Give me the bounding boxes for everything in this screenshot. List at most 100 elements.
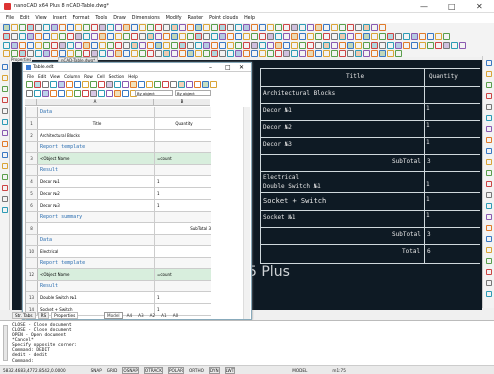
toolbar-tool-icon[interactable] <box>163 24 170 31</box>
table-row[interactable]: 5 Decor №2 1 <box>26 188 211 200</box>
toolbar-tool-icon[interactable] <box>123 50 130 57</box>
toolbar-tool-icon[interactable] <box>331 50 338 57</box>
toolbar-tool-icon[interactable] <box>283 33 290 40</box>
editor-menu-help[interactable]: Help <box>128 74 138 79</box>
toolbar-tool-icon[interactable] <box>139 24 146 31</box>
menu-insert[interactable]: Insert <box>53 16 67 21</box>
toolbar-tool-icon[interactable] <box>122 80 129 88</box>
toolbar-tool-icon[interactable] <box>91 33 98 40</box>
table-row[interactable]: Report template <box>26 142 211 153</box>
toolbar-tool-icon[interactable] <box>99 50 106 57</box>
palette-tool-icon[interactable] <box>486 115 492 121</box>
toolbar-tool-icon[interactable] <box>227 33 234 40</box>
toolbar-tool-icon[interactable] <box>243 33 250 40</box>
table-cell[interactable]: Result <box>38 165 155 175</box>
table-cell[interactable]: Electrical <box>38 246 155 257</box>
toolbar-tool-icon[interactable] <box>331 24 338 31</box>
toolbar-tool-icon[interactable] <box>67 33 74 40</box>
tab-a2[interactable]: A2 <box>148 313 158 318</box>
toolbar-tool-icon[interactable] <box>11 33 18 40</box>
maximize-button[interactable]: □ <box>448 2 456 11</box>
toolbar-tool-icon[interactable] <box>219 42 226 49</box>
toolbar-tool-icon[interactable] <box>299 33 306 40</box>
toolbar-tool-icon[interactable] <box>155 24 162 31</box>
table-row[interactable]: 6 Decor №3 1 <box>26 200 211 212</box>
toolbar-tool-icon[interactable] <box>363 33 370 40</box>
toolbar-tool-icon[interactable] <box>139 42 146 49</box>
menu-file[interactable]: File <box>6 16 14 21</box>
toolbar-tool-icon[interactable] <box>195 33 202 40</box>
toolbar-tool-icon[interactable] <box>259 33 266 40</box>
toolbar-tool-icon[interactable] <box>51 33 58 40</box>
toolbar-tool-icon[interactable] <box>427 33 434 40</box>
table-row[interactable]: Data <box>26 235 211 246</box>
toolbar-tool-icon[interactable] <box>363 50 370 57</box>
palette-tool-icon[interactable] <box>2 152 8 158</box>
toolbar-tool-icon[interactable] <box>74 89 81 97</box>
toolbar-tool-icon[interactable] <box>59 50 66 57</box>
menu-help[interactable]: Help <box>244 16 255 21</box>
table-cell[interactable]: Decor №1 <box>38 176 155 187</box>
toolbar-tool-icon[interactable] <box>395 50 402 57</box>
toolbar-tool-icon[interactable] <box>403 33 410 40</box>
tab-str-tabs[interactable]: Str. Tabs <box>12 311 36 319</box>
editor-menu-section[interactable]: Section <box>109 74 125 79</box>
editor-menu-column[interactable]: Column <box>64 74 80 79</box>
toolbar-tool-icon[interactable] <box>90 80 97 88</box>
editor-minimize-button[interactable]: – <box>209 64 212 71</box>
palette-tool-icon[interactable] <box>486 181 492 187</box>
toolbar-tool-icon[interactable] <box>43 50 50 57</box>
tab-a3[interactable]: A3 <box>136 313 146 318</box>
row-number[interactable]: 12 <box>26 269 38 280</box>
table-cell[interactable]: Report template <box>38 142 155 152</box>
toolbar-tool-icon[interactable] <box>91 50 98 57</box>
table-cell[interactable]: Decor №2 <box>38 188 155 199</box>
toolbar-tool-icon[interactable] <box>187 50 194 57</box>
toolbar-tool-icon[interactable] <box>307 24 314 31</box>
toolbar-tool-icon[interactable] <box>179 33 186 40</box>
toggle-otrack[interactable]: OTRACK <box>143 366 163 374</box>
space-indicator[interactable]: MODEL <box>292 368 307 373</box>
toolbar-tool-icon[interactable] <box>275 33 282 40</box>
table-row[interactable]: Report template <box>26 258 211 269</box>
toolbar-tool-icon[interactable] <box>138 80 145 88</box>
toolbar-tool-icon[interactable] <box>202 80 209 88</box>
palette-tool-icon[interactable] <box>486 236 492 242</box>
toolbar-tool-icon[interactable] <box>411 33 418 40</box>
toolbar-tool-icon[interactable] <box>123 24 130 31</box>
table-cell[interactable]: Title <box>38 118 155 129</box>
row-number[interactable]: 3 <box>26 153 38 164</box>
toolbar-tool-icon[interactable] <box>355 50 362 57</box>
palette-tool-icon[interactable] <box>486 214 492 220</box>
column-header-b[interactable]: B <box>154 99 210 105</box>
toolbar-tool-icon[interactable] <box>11 50 18 57</box>
toolbar-tool-icon[interactable] <box>187 33 194 40</box>
toolbar-tool-icon[interactable] <box>106 89 113 97</box>
toolbar-tool-icon[interactable] <box>291 24 298 31</box>
table-cell[interactable]: 1 <box>155 292 211 303</box>
toolbar-tool-icon[interactable] <box>115 33 122 40</box>
toggle-ortho[interactable]: ORTHO <box>189 368 204 373</box>
palette-tool-icon[interactable] <box>486 203 492 209</box>
table-cell[interactable]: SubTotal 3 <box>155 223 211 234</box>
toolbar-tool-icon[interactable] <box>34 89 41 97</box>
toolbar-tool-icon[interactable] <box>50 89 57 97</box>
toolbar-tool-icon[interactable] <box>275 42 282 49</box>
toolbar-tool-icon[interactable] <box>58 89 65 97</box>
toolbar-tool-icon[interactable] <box>74 80 81 88</box>
toolbar-tool-icon[interactable] <box>155 50 162 57</box>
toolbar-tool-icon[interactable] <box>371 33 378 40</box>
toolbar-tool-icon[interactable] <box>283 24 290 31</box>
row-number[interactable] <box>26 235 38 245</box>
toolbar-tool-icon[interactable] <box>435 33 442 40</box>
toolbar-tool-icon[interactable] <box>387 33 394 40</box>
toolbar-tool-icon[interactable] <box>67 50 74 57</box>
table-cell[interactable] <box>155 107 211 117</box>
palette-tool-icon[interactable] <box>2 97 8 103</box>
palette-tool-icon[interactable] <box>486 225 492 231</box>
row-number[interactable] <box>26 107 38 117</box>
toolbar-tool-icon[interactable] <box>19 33 26 40</box>
palette-tool-icon[interactable] <box>2 207 8 213</box>
toolbar-tool-icon[interactable] <box>395 42 402 49</box>
toolbar-tool-icon[interactable] <box>51 24 58 31</box>
